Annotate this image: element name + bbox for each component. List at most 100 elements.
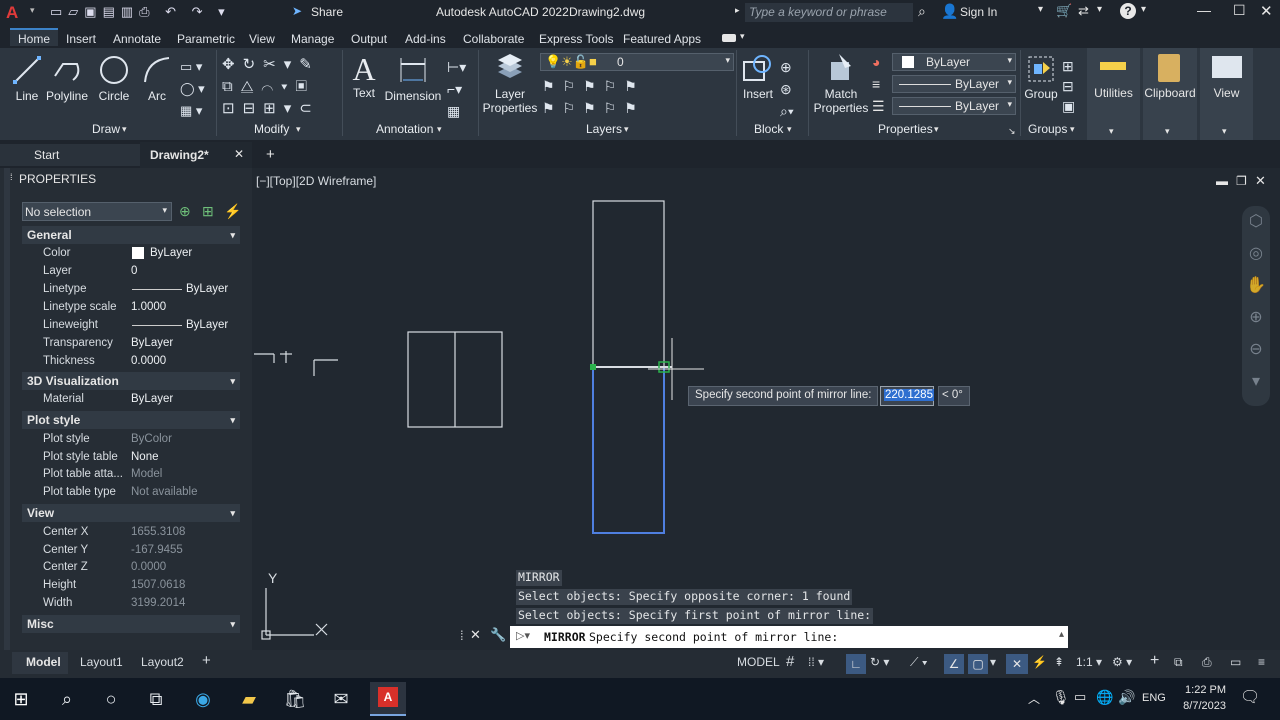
section-misc[interactable]: Misc ▾ [22,615,240,633]
snap-mode-icon[interactable]: ⁞⁞ ▾ [808,655,824,669]
prop-width[interactable]: Width 3199.2014 [22,594,240,612]
scale-chevron-icon[interactable]: ▾ [1096,655,1102,669]
task-view-icon[interactable]: ⧉ [143,686,169,712]
select-objects-icon[interactable]: ⊞ [202,203,214,220]
navbar-tools[interactable]: ⬡ ◎ ✋ ⊕ ⊖ ▾ [1242,206,1270,398]
tab-add-ins[interactable]: Add-ins [405,30,446,48]
tab-output[interactable]: Output [351,30,387,48]
draw-panel-chevron-icon[interactable]: ▾ [122,124,127,135]
tab-collaborate[interactable]: Collaborate [463,30,524,48]
toggle-pickadd-icon[interactable]: ⊕ [179,203,191,220]
share-icon[interactable]: ➤ [292,4,302,18]
distance-input[interactable]: 220.1285 [880,386,934,406]
prop-plot-style-table[interactable]: Plot style table None [22,448,240,466]
exchange-icon[interactable]: ⇄ [1078,3,1089,19]
section-3d-visualization[interactable]: 3D Visualization ▾ [22,372,240,390]
annotation-monitor-icon[interactable]: + [1150,652,1159,670]
sign-in-chevron-icon[interactable]: ▾ [1038,4,1043,15]
command-customize-icon[interactable]: 🔧 [490,627,506,643]
network-icon[interactable]: 🌐 [1096,689,1113,706]
section-general[interactable]: General ▾ [22,226,240,244]
ribbon-toggle-chevron-icon[interactable]: ▾ [740,31,745,42]
layers-panel-chevron-icon[interactable]: ▾ [624,124,629,135]
sign-in-link[interactable]: Sign In [960,5,997,19]
workspace-gear-icon[interactable]: ⚙ ▾ [1112,655,1132,669]
user-icon[interactable]: 👤 [941,3,958,20]
new-tab-plus-icon[interactable]: + [266,146,275,163]
polar-tracking-icon[interactable]: ↻ ▾ [870,655,889,669]
lineweight-dropdown[interactable]: ByLayer ▾ [892,97,1016,115]
app-menu-chevron-icon[interactable]: ▾ [30,5,35,16]
color-wheel-icon[interactable]: ◕ [872,54,880,70]
ortho-icon[interactable]: ∟ [846,654,866,674]
annotation-panel-label[interactable]: Annotation [376,122,433,136]
tab-home[interactable]: Home [10,28,59,46]
block-small-tools[interactable]: ⊕ ⊛ ⌕▾ [780,56,794,122]
prop-color[interactable]: Color ByLayer [22,244,240,262]
edge-icon[interactable]: ◉ [190,686,216,712]
section-plot-style[interactable]: Plot style ▾ [22,411,240,429]
draw-small-tools[interactable]: ▭ ▾ ◯ ▾ ▦ ▾ [180,56,205,122]
cortana-icon[interactable]: ○ [98,686,124,712]
minimize-icon[interactable]: — [1197,2,1211,18]
tab-annotate[interactable]: Annotate [113,30,161,48]
exchange-chevron-icon[interactable]: ▾ [1097,4,1102,15]
tab-manage[interactable]: Manage [291,30,334,48]
group-small-tools[interactable]: ⊞ ⊟ ▣ [1062,56,1075,116]
isometric-icon[interactable]: ⟋ ▾ [910,655,928,670]
selection-dropdown[interactable]: No selection ▾ [22,202,172,221]
search-input[interactable]: Type a keyword or phrase [745,3,913,22]
line-button[interactable]: Line [8,54,46,103]
linetype-icon[interactable]: ≡ [872,76,880,92]
prop-height[interactable]: Height 1507.0618 [22,576,240,594]
prop-center-x[interactable]: Center X 1655.3108 [22,523,240,541]
clipboard-button[interactable]: Clipboard ▾ [1143,48,1197,140]
mail-icon[interactable]: ✉ [328,686,354,712]
modify-panel-chevron-icon[interactable]: ▾ [296,124,301,135]
layers-panel-label[interactable]: Layers [586,122,622,136]
block-panel-chevron-icon[interactable]: ▾ [787,124,792,135]
groups-panel-chevron-icon[interactable]: ▾ [1070,124,1075,135]
group-button[interactable]: Group [1022,54,1060,101]
lineweight-icon[interactable]: ☰ [872,98,885,115]
volume-icon[interactable]: 🔊 [1118,689,1135,706]
search-icon[interactable]: ⌕ [54,686,80,712]
properties-panel-label[interactable]: Properties [878,122,933,136]
clean-screen-icon[interactable]: ▭ [1230,655,1241,669]
tab-insert[interactable]: Insert [66,30,96,48]
ribbon-toggle-icon[interactable] [722,34,736,42]
modify-tools[interactable]: ✥↻✂▾✎ ⧉⧋⌒▾▣ ⊡⊟⊞▾⊂ [222,54,320,120]
file-explorer-icon[interactable]: ▰ [236,686,262,712]
color-dropdown[interactable]: ByLayer ▾ [892,53,1016,71]
annotation-visibility-icon[interactable]: ⚡ [1032,655,1047,669]
search-icon[interactable]: ⌕ [918,3,926,20]
section-view[interactable]: View ▾ [22,504,240,522]
layer-properties-button[interactable]: Layer Properties [482,52,538,115]
layer-dropdown[interactable]: 💡☀🔓■ 0 ▾ [540,53,734,71]
new-layout-plus-icon[interactable]: + [202,652,211,669]
match-properties-button[interactable]: Match Properties [812,52,870,115]
model-space-toggle[interactable]: MODEL [737,655,780,669]
modify-panel-label[interactable]: Modify [254,122,289,136]
tab-parametric[interactable]: Parametric [177,30,235,48]
tab-express-tools[interactable]: Express Tools [539,30,613,48]
insert-button[interactable]: Insert [740,52,776,101]
angle-input[interactable]: < 0° [938,386,970,406]
arc-button[interactable]: Arc [138,54,176,103]
customization-icon[interactable]: ≡ [1258,655,1265,669]
object-snap-tracking-icon[interactable]: ∠ [944,654,964,674]
drawing-canvas[interactable]: [−][Top][2D Wireframe] ▬ ❐ ✕ Y Specify s… [252,168,1280,650]
prop-linetype-scale[interactable]: Linetype scale 1.0000 [22,298,240,316]
draw-panel-label[interactable]: Draw [92,122,120,136]
search-expand-icon[interactable]: ▸ [735,5,740,16]
scale-dropdown[interactable]: 1:1 [1076,655,1093,669]
microphone-icon[interactable]: 🎙 [1052,689,1070,706]
layout-tab-model[interactable]: Model [12,652,68,674]
cart-icon[interactable]: 🛒 [1056,3,1072,19]
prop-thickness[interactable]: Thickness 0.0000 [22,352,240,370]
annotation-scale-icon[interactable]: ✕ [1006,654,1028,674]
windows-start-icon[interactable]: ⊞ [8,686,34,712]
share-button[interactable]: Share [311,5,343,19]
prop-lineweight[interactable]: Lineweight ByLayer [22,316,240,334]
text-button[interactable]: A Text [346,52,382,100]
